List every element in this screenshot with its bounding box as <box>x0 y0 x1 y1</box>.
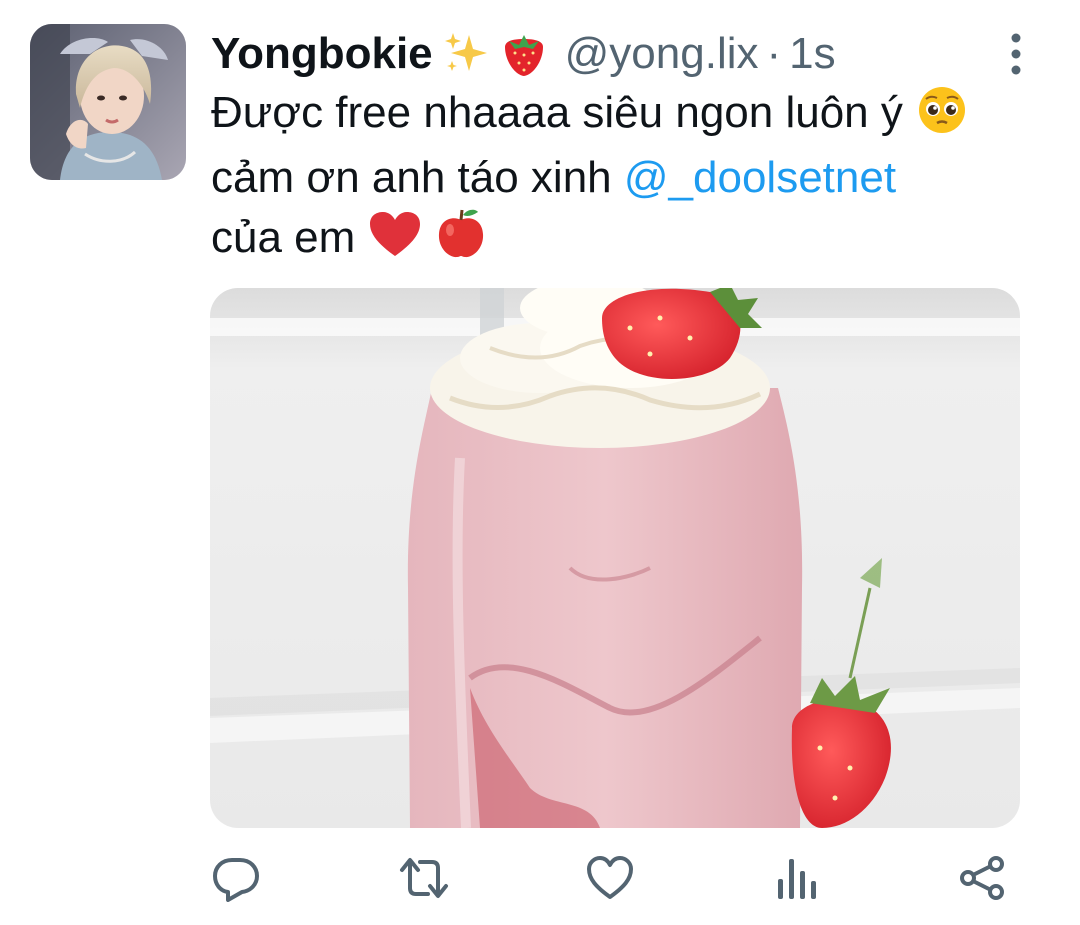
tweet-media-image[interactable] <box>210 288 1020 828</box>
pleading-face-emoji <box>915 85 969 149</box>
red-apple-emoji <box>434 206 488 274</box>
more-options-icon[interactable] <box>1002 32 1030 76</box>
views-button[interactable] <box>768 850 824 906</box>
like-button[interactable] <box>582 850 638 906</box>
separator-dot: · <box>766 29 782 78</box>
sparkles-emoji <box>443 31 489 77</box>
share-icon <box>960 856 1004 900</box>
reply-icon <box>213 858 259 902</box>
tweet-text: Được free nhaaaa siêu ngon luôn ý cảm ơn… <box>211 84 1041 274</box>
red-heart-emoji <box>368 210 422 274</box>
reply-button[interactable] <box>208 850 264 906</box>
analytics-icon <box>778 859 816 899</box>
share-button[interactable] <box>954 850 1010 906</box>
retweet-button[interactable] <box>396 850 452 906</box>
tweet-text-line-2: cảm ơn anh táo xinh <box>211 153 612 202</box>
timestamp[interactable]: 1s <box>789 29 835 79</box>
mention-link[interactable]: @_doolsetnet <box>624 153 896 202</box>
tweet-text-line-3: của em <box>211 213 356 262</box>
avatar[interactable] <box>30 24 186 180</box>
tweet-action-bar <box>210 850 1020 906</box>
user-handle[interactable]: @yong.lix <box>565 29 759 79</box>
tweet-text-line-1: Được free nhaaaa siêu ngon luôn ý <box>211 88 903 137</box>
heart-icon <box>587 856 633 899</box>
retweet-icon <box>400 858 448 898</box>
strawberry-emoji <box>499 29 549 79</box>
tweet-header: Yongbokie @yong.lix · 1s <box>211 26 836 82</box>
display-name[interactable]: Yongbokie <box>211 29 433 79</box>
